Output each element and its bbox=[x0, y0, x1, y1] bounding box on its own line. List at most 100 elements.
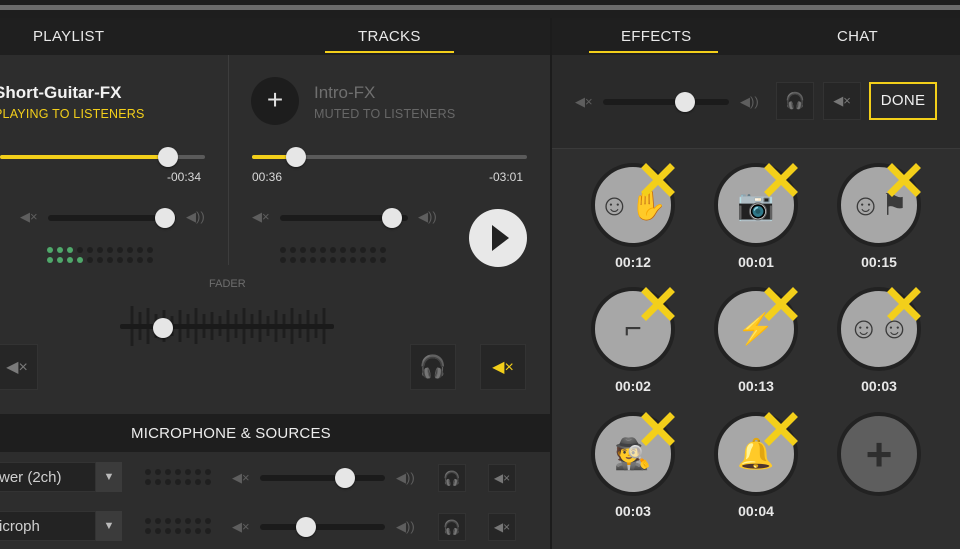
deck-a-volume-knob[interactable] bbox=[155, 208, 175, 228]
meter-dot bbox=[97, 247, 103, 253]
deck-b-mute-button[interactable]: ◀× bbox=[480, 344, 526, 390]
effects-headphones-button[interactable]: 🎧 bbox=[776, 82, 814, 120]
source-select[interactable]: icroph bbox=[0, 511, 96, 541]
headphones-icon: 🎧 bbox=[785, 93, 805, 110]
deck-a-remaining: -00:34 bbox=[167, 170, 202, 184]
meter-dot bbox=[57, 247, 63, 253]
tab-chat[interactable]: CHAT bbox=[837, 28, 878, 45]
tab-effects-underline bbox=[589, 51, 718, 53]
chevron-down-icon[interactable]: ▼ bbox=[96, 462, 122, 492]
meter-dot bbox=[205, 518, 211, 524]
crossfader[interactable] bbox=[118, 298, 336, 354]
effect-button[interactable]: 📷 bbox=[714, 163, 798, 247]
source-row: icroph ▼ ◀× ◀)) 🎧 ◀× bbox=[0, 511, 550, 549]
deck-a-status: PLAYING TO LISTENERS bbox=[0, 107, 145, 121]
right-tab-bar: EFFECTS CHAT bbox=[552, 18, 960, 55]
effect-button[interactable]: ☺☺ bbox=[837, 287, 921, 371]
effects-volume-knob[interactable] bbox=[674, 92, 695, 112]
remove-effect-icon[interactable] bbox=[641, 163, 675, 197]
remove-effect-icon[interactable] bbox=[764, 163, 798, 197]
meter-dot bbox=[87, 247, 93, 253]
meter-dot bbox=[117, 257, 123, 263]
meter-dot bbox=[205, 528, 211, 534]
meter-dot bbox=[155, 469, 161, 475]
source-speaker-icon: ◀)) bbox=[396, 519, 415, 534]
source-level-meter bbox=[145, 518, 214, 537]
meter-dot bbox=[195, 518, 201, 524]
effect-button[interactable]: ⌐ bbox=[591, 287, 675, 371]
deck-a-level-meter bbox=[47, 247, 156, 266]
tab-effects[interactable]: EFFECTS bbox=[621, 28, 691, 45]
speaker-mute-icon: ◀× bbox=[493, 471, 511, 485]
source-mute-button[interactable]: ◀× bbox=[488, 464, 516, 492]
headphones-icon: 🎧 bbox=[443, 469, 461, 486]
deck-a-mute-icon[interactable]: ◀× bbox=[20, 209, 38, 225]
play-button[interactable] bbox=[469, 209, 527, 267]
remove-effect-icon[interactable] bbox=[764, 412, 798, 446]
effects-mute-button[interactable]: ◀× bbox=[823, 82, 861, 120]
tab-tracks-underline bbox=[325, 51, 454, 53]
headphones-icon: 🎧 bbox=[443, 518, 461, 535]
meter-dot bbox=[310, 257, 316, 263]
tab-tracks[interactable]: TRACKS bbox=[358, 28, 421, 45]
deck-a-mute-button[interactable]: ◀× bbox=[0, 344, 38, 390]
effect-duration: 00:03 bbox=[615, 503, 651, 519]
deck-a-progress-knob[interactable] bbox=[158, 147, 179, 167]
top-strip bbox=[0, 5, 960, 10]
source-volume-knob[interactable] bbox=[335, 468, 355, 488]
source-mute-icon[interactable]: ◀× bbox=[232, 470, 250, 486]
effect-button[interactable]: 🕵 bbox=[591, 412, 675, 496]
remove-effect-icon[interactable] bbox=[764, 287, 798, 321]
meter-dot bbox=[165, 528, 171, 534]
effect-duration: 00:15 bbox=[861, 254, 897, 270]
headphones-icon: 🎧 bbox=[419, 354, 447, 379]
deck-b-mute-icon[interactable]: ◀× bbox=[252, 209, 270, 225]
source-headphones-button[interactable]: 🎧 bbox=[438, 513, 466, 541]
effects-speaker-icon: ◀)) bbox=[740, 94, 759, 109]
source-mute-icon[interactable]: ◀× bbox=[232, 519, 250, 535]
source-volume[interactable] bbox=[260, 475, 385, 481]
source-volume-knob[interactable] bbox=[296, 517, 317, 537]
meter-dot bbox=[205, 479, 211, 485]
plus-icon: + bbox=[865, 428, 893, 480]
meter-dot bbox=[195, 469, 201, 475]
meter-dot bbox=[320, 257, 326, 263]
deck-b-headphones-button[interactable]: 🎧 bbox=[410, 344, 456, 390]
meter-dot bbox=[175, 469, 181, 475]
meter-dot bbox=[185, 479, 191, 485]
remove-effect-icon[interactable] bbox=[641, 287, 675, 321]
add-effect-button[interactable]: + bbox=[837, 412, 921, 496]
source-headphones-button[interactable]: 🎧 bbox=[438, 464, 466, 492]
meter-dot bbox=[330, 247, 336, 253]
crossfader-knob[interactable] bbox=[152, 318, 173, 338]
effect-button[interactable]: ☺⚑ bbox=[837, 163, 921, 247]
meter-dot bbox=[370, 247, 376, 253]
source-select[interactable]: wer (2ch) bbox=[0, 462, 96, 492]
deck-b-progress-knob[interactable] bbox=[286, 147, 306, 167]
effect-button[interactable]: ☺✋ bbox=[591, 163, 675, 247]
deck-a-title: Short-Guitar-FX bbox=[0, 83, 122, 102]
effects-volume[interactable] bbox=[603, 99, 729, 105]
source-mute-button[interactable]: ◀× bbox=[488, 513, 516, 541]
meter-dot bbox=[145, 528, 151, 534]
meter-dot bbox=[175, 479, 181, 485]
meter-dot bbox=[67, 247, 73, 253]
meter-dot bbox=[340, 247, 346, 253]
meter-dot bbox=[97, 257, 103, 263]
effects-mute-icon[interactable]: ◀× bbox=[575, 94, 593, 110]
effect-duration: 00:04 bbox=[738, 503, 774, 519]
deck-b-add-button[interactable]: + bbox=[251, 77, 299, 125]
source-volume[interactable] bbox=[260, 524, 385, 530]
remove-effect-icon[interactable] bbox=[887, 163, 921, 197]
speaker-mute-icon: ◀× bbox=[492, 359, 514, 376]
effect-button[interactable]: 🔔 bbox=[714, 412, 798, 496]
tab-playlist[interactable]: PLAYLIST bbox=[33, 28, 104, 45]
remove-effect-icon[interactable] bbox=[641, 412, 675, 446]
meter-dot bbox=[165, 479, 171, 485]
remove-effect-icon[interactable] bbox=[887, 287, 921, 321]
effect-button[interactable]: ⚡ bbox=[714, 287, 798, 371]
meter-dot bbox=[350, 257, 356, 263]
done-button[interactable]: DONE bbox=[869, 82, 937, 120]
deck-a-speaker-icon: ◀)) bbox=[186, 209, 205, 224]
chevron-down-icon[interactable]: ▼ bbox=[96, 511, 122, 541]
